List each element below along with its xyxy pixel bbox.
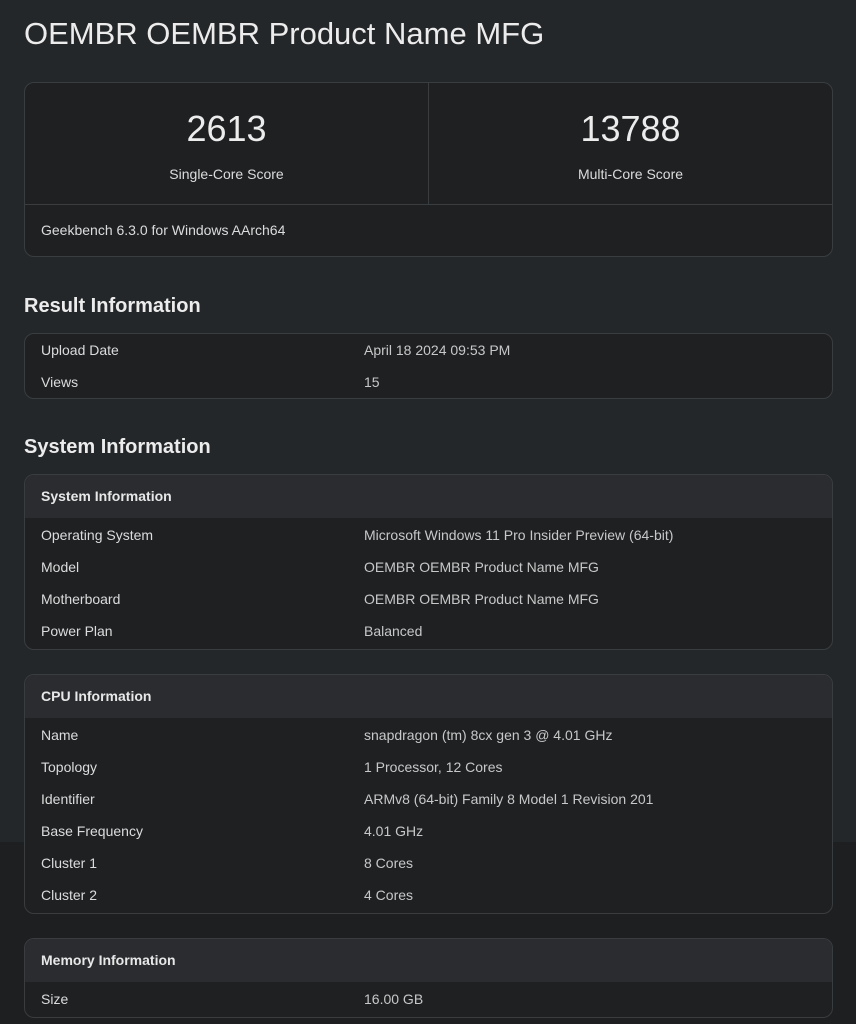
multi-core-score-value: 13788 xyxy=(580,108,681,149)
system-information-card: System Information Operating System Micr… xyxy=(24,474,833,650)
table-row: Topology 1 Processor, 12 Cores xyxy=(25,751,832,783)
system-information-heading: System Information xyxy=(24,436,211,458)
table-row: Cluster 1 8 Cores xyxy=(25,847,832,879)
row-key: Views xyxy=(41,374,79,390)
table-row: Size 16.00 GB xyxy=(25,983,832,1015)
row-key: Base Frequency xyxy=(41,823,143,839)
row-value: OEMBR OEMBR Product Name MFG xyxy=(364,591,599,607)
row-value: 1 Processor, 12 Cores xyxy=(364,759,503,775)
row-key: Power Plan xyxy=(41,623,113,639)
row-key: Identifier xyxy=(41,791,95,807)
table-row: Power Plan Balanced xyxy=(25,615,832,647)
single-core-score-label: Single-Core Score xyxy=(169,166,284,182)
memory-information-card-title: Memory Information xyxy=(25,939,832,982)
single-core-score: 2613 Single-Core Score xyxy=(25,83,428,204)
row-key: Topology xyxy=(41,759,98,775)
table-row: Operating System Microsoft Windows 11 Pr… xyxy=(25,519,832,551)
row-key: Name xyxy=(41,727,79,743)
score-row: 2613 Single-Core Score 13788 Multi-Core … xyxy=(25,83,832,205)
table-row: Model OEMBR OEMBR Product Name MFG xyxy=(25,551,832,583)
cpu-information-rows: Name snapdragon (tm) 8cx gen 3 @ 4.01 GH… xyxy=(25,718,832,913)
table-row: Cluster 2 4 Cores xyxy=(25,879,832,911)
table-row: Motherboard OEMBR OEMBR Product Name MFG xyxy=(25,583,832,615)
system-information-card-title: System Information xyxy=(25,475,832,518)
result-information-rows: Upload Date April 18 2024 09:53 PM Views… xyxy=(25,334,832,398)
result-information-heading: Result Information xyxy=(24,295,201,317)
single-core-score-value: 2613 xyxy=(186,108,267,149)
table-row: Identifier ARMv8 (64-bit) Family 8 Model… xyxy=(25,783,832,815)
row-key: Cluster 1 xyxy=(41,855,98,871)
row-value: snapdragon (tm) 8cx gen 3 @ 4.01 GHz xyxy=(364,727,613,743)
result-information-card: Upload Date April 18 2024 09:53 PM Views… xyxy=(24,333,833,399)
cpu-information-card-title: CPU Information xyxy=(25,675,832,718)
row-value: ARMv8 (64-bit) Family 8 Model 1 Revision… xyxy=(364,791,654,807)
row-key: Model xyxy=(41,559,80,575)
row-value: April 18 2024 09:53 PM xyxy=(364,342,511,358)
row-value: OEMBR OEMBR Product Name MFG xyxy=(364,559,599,575)
row-value: Balanced xyxy=(364,623,423,639)
table-row: Name snapdragon (tm) 8cx gen 3 @ 4.01 GH… xyxy=(25,719,832,751)
row-key: Operating System xyxy=(41,527,154,543)
table-row: Views 15 xyxy=(25,366,832,398)
multi-core-score: 13788 Multi-Core Score xyxy=(428,83,832,204)
score-card: 2613 Single-Core Score 13788 Multi-Core … xyxy=(24,82,833,257)
multi-core-score-label: Multi-Core Score xyxy=(577,166,684,182)
cpu-information-card: CPU Information Name snapdragon (tm) 8cx… xyxy=(24,674,833,914)
memory-information-rows: Size 16.00 GB xyxy=(25,982,832,1017)
benchmark-version: Geekbench 6.3.0 for Windows AArch64 xyxy=(41,222,286,238)
row-value: 16.00 GB xyxy=(364,991,424,1007)
row-key: Motherboard xyxy=(41,591,121,607)
row-value: 15 xyxy=(364,374,380,390)
table-row: Base Frequency 4.01 GHz xyxy=(25,815,832,847)
row-key: Upload Date xyxy=(41,342,119,358)
row-value: 4.01 GHz xyxy=(364,823,424,839)
row-value: 4 Cores xyxy=(364,887,414,903)
memory-information-card: Memory Information Size 16.00 GB xyxy=(24,938,833,1018)
system-information-rows: Operating System Microsoft Windows 11 Pr… xyxy=(25,518,832,649)
page: OEMBR OEMBR Product Name MFG 2613 Single… xyxy=(0,16,856,1018)
row-value: Microsoft Windows 11 Pro Insider Preview… xyxy=(364,527,674,543)
table-row: Upload Date April 18 2024 09:53 PM xyxy=(25,334,832,366)
row-key: Cluster 2 xyxy=(41,887,98,903)
row-value: 8 Cores xyxy=(364,855,414,871)
row-key: Size xyxy=(41,991,69,1007)
page-title: OEMBR OEMBR Product Name MFG xyxy=(24,16,545,51)
